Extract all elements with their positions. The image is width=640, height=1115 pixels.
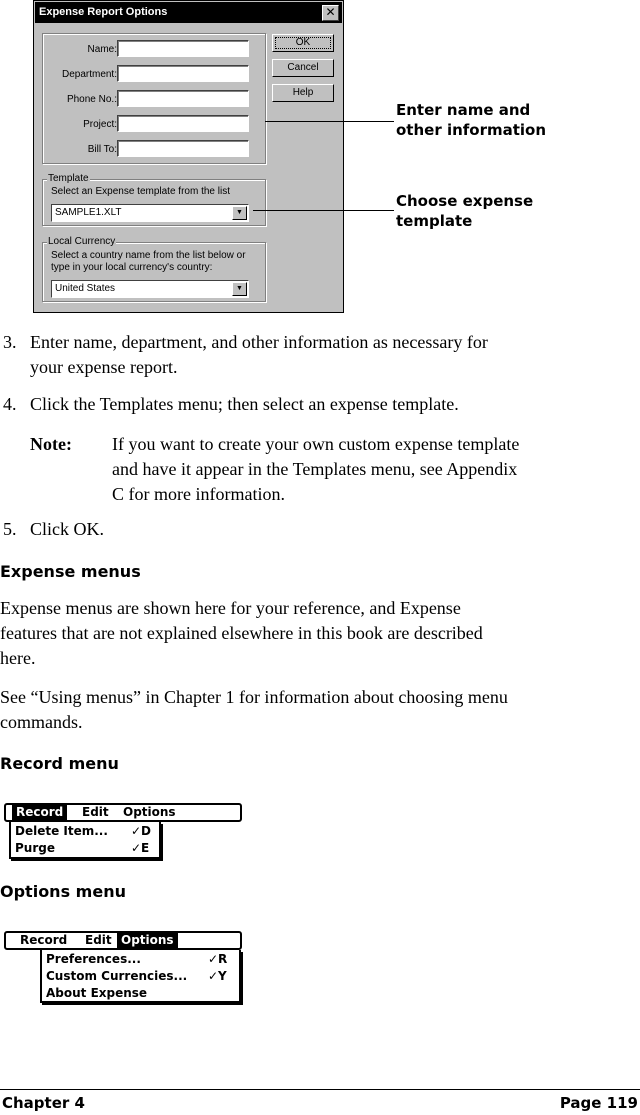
step-text: Click OK.	[30, 519, 104, 539]
template-legend: Template	[47, 173, 90, 184]
callout-enter-name-line1: Enter name and	[396, 101, 531, 119]
options-dropdown: Preferences... ✓R Custom Currencies... ✓…	[40, 950, 241, 1003]
step-4: 4. Click the Templates menu; then select…	[0, 392, 640, 422]
note-label: Note:	[30, 434, 72, 454]
menu-record[interactable]: Record	[12, 805, 68, 820]
menu-item-about-expense[interactable]: About Expense	[46, 985, 147, 1002]
close-icon[interactable]: ✕	[322, 5, 339, 21]
note: Note: If you want to create your own cus…	[0, 432, 640, 512]
local-currency-group: Local Currency Select a country name fro…	[42, 236, 266, 302]
field-row-phone: Phone No.:	[43, 90, 265, 110]
callout-choose-template-line1: Choose expense	[396, 192, 534, 210]
field-row-bill-to: Bill To:	[43, 140, 265, 160]
menu-options[interactable]: Options	[119, 805, 180, 820]
project-label: Project:	[83, 119, 117, 130]
step-number: 3.	[3, 332, 17, 352]
shortcut-delete-item: ✓D	[131, 824, 152, 838]
step-text-line1: Enter name, department, and other inform…	[30, 332, 488, 352]
template-select[interactable]: SAMPLE1.XLT ▼	[51, 204, 249, 222]
options-menubar: Record Edit Options	[4, 931, 242, 950]
menu-options[interactable]: Options	[117, 933, 178, 948]
record-menu-heading: Record menu	[0, 754, 119, 773]
para1-line1: Expense menus are shown here for your re…	[0, 598, 461, 618]
section-paragraph-2: See “Using menus” in Chapter 1 for infor…	[0, 685, 640, 735]
menu-edit[interactable]: Edit	[78, 805, 113, 820]
currency-legend: Local Currency	[47, 236, 117, 247]
dialog-titlebar: Expense Report Options ✕	[35, 2, 342, 23]
step-5: 5. Click OK.	[0, 517, 640, 547]
menu-item-delete-item[interactable]: Delete Item...	[15, 823, 108, 840]
step-text: Click the Templates menu; then select an…	[30, 394, 459, 414]
currency-select-value: United States	[55, 283, 116, 294]
phone-label: Phone No.:	[66, 94, 117, 105]
phone-input[interactable]	[117, 90, 249, 107]
callout-enter-name-line2: other information	[396, 121, 547, 139]
para2-line1: See “Using menus” in Chapter 1 for infor…	[0, 687, 508, 707]
info-fields-group: Name: Department: Phone No.: Project: Bi…	[42, 33, 266, 164]
template-hint: Select an Expense template from the list	[51, 186, 230, 197]
para1-line2: features that are not explained elsewher…	[0, 623, 483, 643]
note-line3: C for more information.	[112, 484, 285, 504]
chevron-down-icon[interactable]: ▼	[232, 282, 247, 296]
section-heading: Expense menus	[0, 562, 141, 581]
note-line2: and have it appear in the Templates menu…	[112, 459, 518, 479]
field-row-project: Project:	[43, 115, 265, 135]
help-button[interactable]: Help	[272, 84, 334, 102]
currency-hint-line1: Select a country name from the list belo…	[51, 250, 246, 261]
chevron-down-icon[interactable]: ▼	[232, 206, 247, 220]
para2-line2: commands.	[0, 712, 83, 732]
callout-line-info	[265, 121, 394, 122]
menu-record[interactable]: Record	[16, 933, 71, 948]
currency-hint-line2: type in your local currency's country:	[51, 262, 213, 273]
template-group: Template Select an Expense template from…	[42, 173, 266, 226]
record-menubar: Record Edit Options	[4, 803, 242, 822]
section-paragraph-1: Expense menus are shown here for your re…	[0, 596, 640, 671]
shortcut-purge: ✓E	[131, 841, 150, 855]
dialog-title: Expense Report Options	[39, 6, 168, 18]
note-line1: If you want to create your own custom ex…	[112, 434, 520, 454]
field-row-name: Name:	[43, 40, 265, 60]
menu-item-custom-currencies[interactable]: Custom Currencies...	[46, 968, 187, 985]
callout-line-template	[253, 210, 394, 211]
department-label: Department:	[61, 69, 117, 80]
step-text-line2: your expense report.	[30, 357, 178, 377]
step-number: 4.	[3, 394, 17, 414]
template-select-value: SAMPLE1.XLT	[55, 207, 122, 218]
project-input[interactable]	[117, 115, 249, 132]
name-label: Name:	[87, 44, 117, 55]
menu-item-preferences[interactable]: Preferences...	[46, 951, 141, 968]
callout-enter-name: Enter name and other information	[396, 100, 546, 140]
ok-button[interactable]: OK	[272, 34, 334, 52]
expense-report-options-dialog: Expense Report Options ✕ Name: Departmen…	[33, 0, 344, 313]
name-input[interactable]	[117, 40, 249, 57]
callout-choose-template: Choose expense template	[396, 191, 533, 231]
field-row-department: Department:	[43, 65, 265, 85]
footer-page-number: Page 119	[559, 1094, 638, 1112]
callout-choose-template-line2: template	[396, 212, 473, 230]
cancel-button[interactable]: Cancel	[272, 59, 334, 77]
record-dropdown: Delete Item... ✓D Purge ✓E	[9, 822, 161, 859]
department-input[interactable]	[117, 65, 249, 82]
bill-to-label: Bill To:	[87, 144, 117, 155]
menu-edit[interactable]: Edit	[81, 933, 116, 948]
shortcut-custom-currencies: ✓Y	[208, 969, 227, 983]
shortcut-preferences: ✓R	[208, 952, 228, 966]
step-3: 3. Enter name, department, and other inf…	[0, 330, 640, 390]
options-menu-heading: Options menu	[0, 882, 126, 901]
para1-line3: here.	[0, 648, 36, 668]
currency-select[interactable]: United States ▼	[51, 280, 249, 298]
bill-to-input[interactable]	[117, 140, 249, 157]
footer-rule	[0, 1089, 640, 1090]
step-number: 5.	[3, 519, 17, 539]
footer-chapter: Chapter 4	[2, 1094, 85, 1112]
menu-item-purge[interactable]: Purge	[15, 840, 55, 857]
